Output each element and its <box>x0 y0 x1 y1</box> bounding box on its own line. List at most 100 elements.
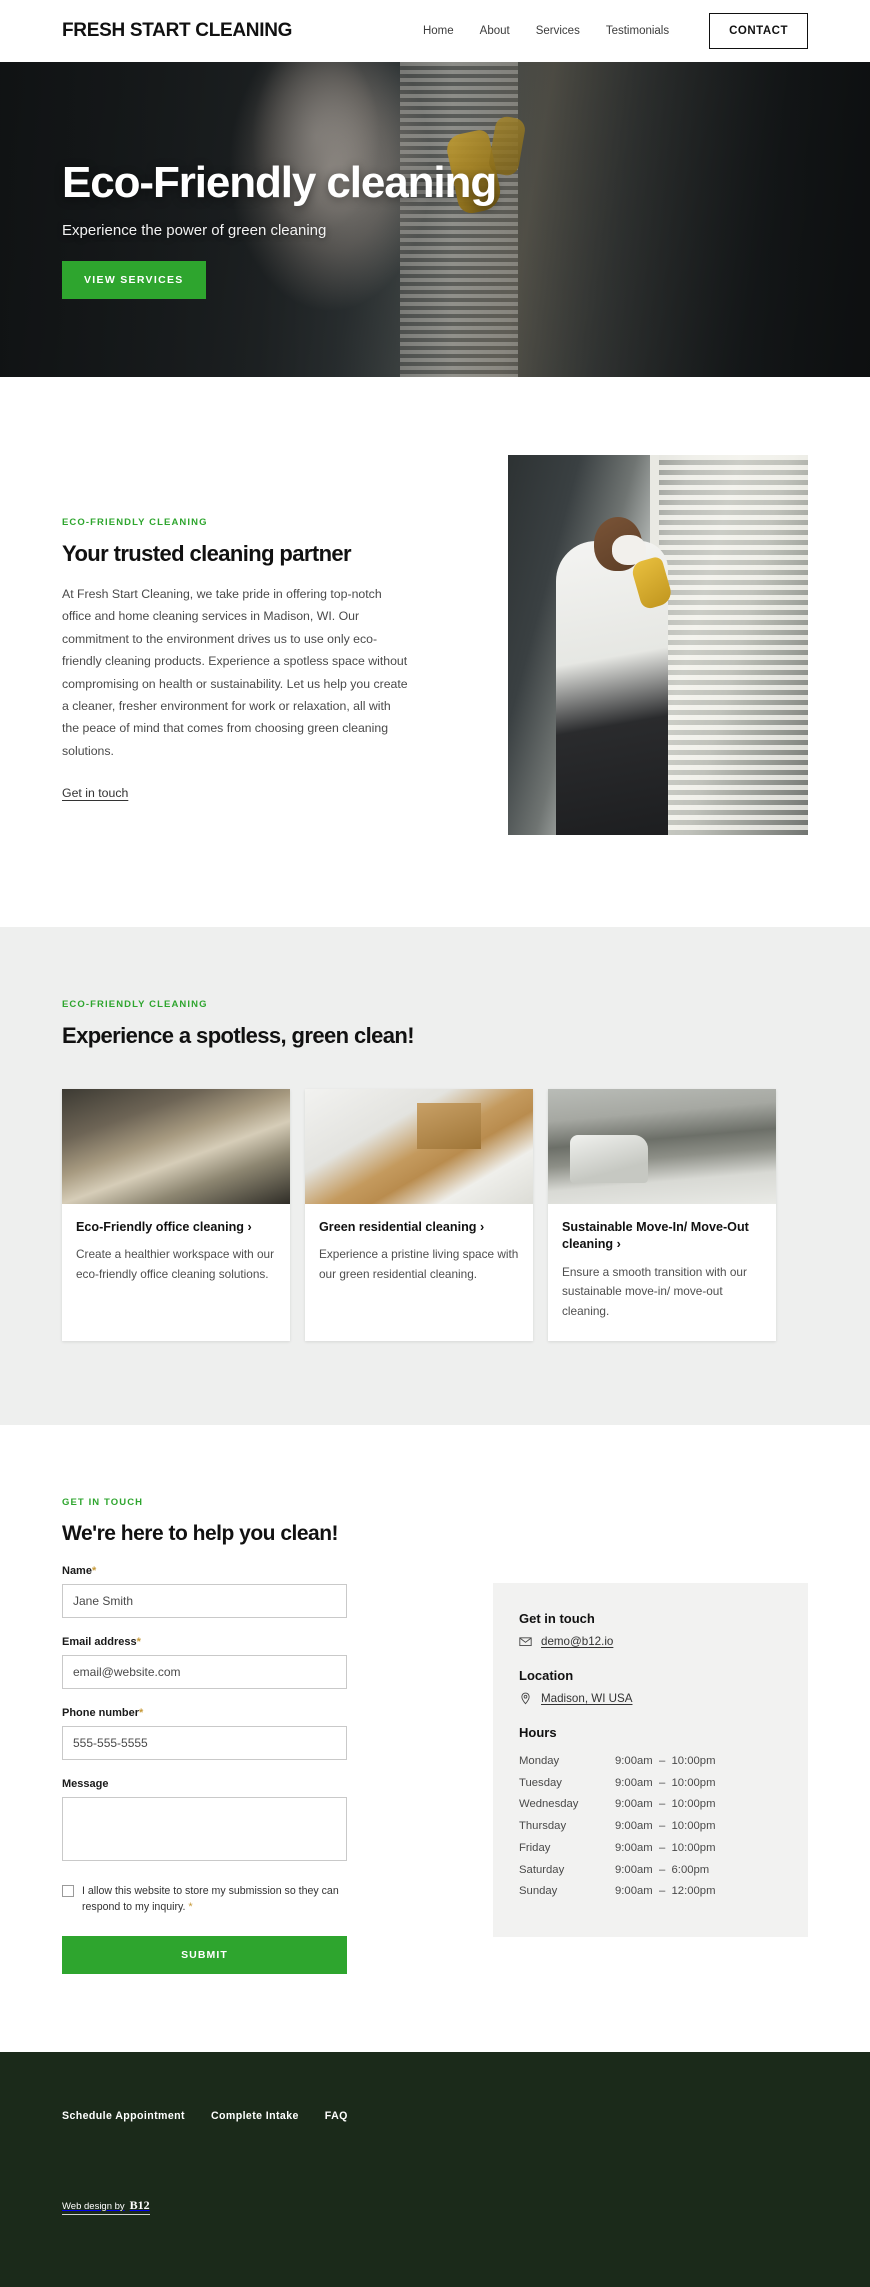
hours-day: Monday <box>519 1755 560 1768</box>
service-card-text: Ensure a smooth transition with our sust… <box>562 1264 747 1318</box>
info-email-row: demo@b12.io <box>519 1635 782 1648</box>
location-link[interactable]: Madison, WI USA <box>541 1692 633 1705</box>
about-image <box>508 455 808 835</box>
email-label: Email address* <box>62 1636 347 1648</box>
service-card-residential[interactable]: Green residential cleaning › Experience … <box>305 1089 533 1342</box>
about-section: ECO-FRIENDLY CLEANING Your trusted clean… <box>0 377 870 927</box>
site-header: FRESH START CLEANING Home About Services… <box>0 0 870 62</box>
view-services-button[interactable]: VIEW SERVICES <box>62 261 206 299</box>
contact-title: We're here to help you clean! <box>62 1522 339 1546</box>
b12-logo: B12 <box>129 2197 150 2212</box>
service-card-title[interactable]: Eco-Friendly office cleaning › <box>76 1219 276 1236</box>
nav-item-services[interactable]: Services <box>536 25 580 37</box>
hours-time: 9:00am – 10:00pm <box>615 1820 716 1833</box>
nav-item-testimonials[interactable]: Testimonials <box>606 25 669 37</box>
email-input[interactable] <box>62 1655 347 1690</box>
hours-day: Thursday <box>519 1820 567 1833</box>
hours-row: Saturday 9:00am – 6:00pm <box>519 1860 782 1882</box>
hours-day: Tuesday <box>519 1776 562 1789</box>
phone-label-text: Phone number <box>62 1707 140 1720</box>
service-card-title[interactable]: Green residential cleaning › <box>319 1219 519 1236</box>
hours-day: Saturday <box>519 1863 565 1876</box>
hours-time: 9:00am – 6:00pm <box>615 1863 710 1876</box>
field-phone: Phone number* <box>62 1707 347 1761</box>
about-image-window <box>658 455 808 835</box>
services-title: Experience a spotless, green clean! <box>62 1023 415 1048</box>
email-link[interactable]: demo@b12.io <box>541 1635 613 1648</box>
submit-button[interactable]: SUBMIT <box>62 1935 347 1974</box>
hero-subtitle: Experience the power of green cleaning <box>62 222 327 239</box>
web-design-credit[interactable]: Web design by B12 <box>62 2198 150 2215</box>
info-location-row: Madison, WI USA <box>519 1692 782 1705</box>
main-nav: Home About Services Testimonials CONTACT <box>423 13 808 49</box>
services-eyebrow: ECO-FRIENDLY CLEANING <box>62 999 208 1010</box>
service-card-body: Eco-Friendly office cleaning › Create a … <box>62 1204 290 1304</box>
hero-content: Eco-Friendly cleaning Experience the pow… <box>62 157 497 299</box>
consent-checkbox[interactable] <box>62 1885 74 1898</box>
hours-row: Monday 9:00am – 10:00pm <box>519 1751 782 1773</box>
hours-row: Tuesday 9:00am – 10:00pm <box>519 1773 782 1795</box>
consent-label-text: I allow this website to store my submiss… <box>82 1885 339 1913</box>
service-card-body: Green residential cleaning › Experience … <box>305 1204 533 1304</box>
credit-text: Web design by <box>62 2200 125 2212</box>
phone-label: Phone number* <box>62 1707 347 1719</box>
hours-time: 9:00am – 10:00pm <box>615 1798 716 1811</box>
about-body-text: At Fresh Start Cleaning, we take pride i… <box>62 587 408 758</box>
message-textarea[interactable] <box>62 1797 347 1862</box>
name-label: Name* <box>62 1565 347 1577</box>
nav-item-home[interactable]: Home <box>423 25 454 37</box>
contact-button[interactable]: CONTACT <box>709 13 808 49</box>
email-label-text: Email address <box>62 1636 137 1649</box>
required-marker: * <box>91 1565 97 1578</box>
contact-eyebrow: GET IN TOUCH <box>62 1497 144 1509</box>
required-marker: * <box>136 1636 141 1649</box>
about-title: Your trusted cleaning partner <box>62 541 352 566</box>
name-label-text: Name <box>62 1565 92 1578</box>
required-marker: * <box>139 1707 144 1720</box>
get-in-touch-link[interactable]: Get in touch <box>62 786 128 800</box>
hours-day: Sunday <box>519 1885 558 1898</box>
site-footer: Schedule Appointment Complete Intake FAQ… <box>0 2051 870 2287</box>
service-card-move-in-out[interactable]: Sustainable Move-In/ Move-Out cleaning ›… <box>548 1089 776 1342</box>
service-card-text: Create a healthier workspace with our ec… <box>76 1247 275 1281</box>
info-hours-heading: Hours <box>519 1725 557 1741</box>
footer-link-faq[interactable]: FAQ <box>325 2110 348 2122</box>
contact-section: GET IN TOUCH We're here to help you clea… <box>0 1425 870 2052</box>
service-card-body: Sustainable Move-In/ Move-Out cleaning ›… <box>548 1204 776 1341</box>
service-card-office[interactable]: Eco-Friendly office cleaning › Create a … <box>62 1089 290 1342</box>
consent-row: I allow this website to store my submiss… <box>62 1884 347 1915</box>
hours-day: Friday <box>519 1841 551 1854</box>
site-logo[interactable]: FRESH START CLEANING <box>62 20 292 42</box>
consent-label: I allow this website to store my submiss… <box>82 1884 347 1915</box>
nav-item-about[interactable]: About <box>480 25 510 37</box>
hero-title: Eco-Friendly cleaning <box>62 157 497 207</box>
hours-row: Sunday 9:00am – 12:00pm <box>519 1881 782 1903</box>
hours-time: 9:00am – 10:00pm <box>615 1841 716 1854</box>
info-get-in-touch-heading: Get in touch <box>519 1611 595 1627</box>
service-card-image <box>62 1089 290 1204</box>
footer-links: Schedule Appointment Complete Intake FAQ <box>62 2110 808 2122</box>
service-card-title[interactable]: Sustainable Move-In/ Move-Out cleaning › <box>562 1219 762 1254</box>
hours-time: 9:00am – 12:00pm <box>615 1885 716 1898</box>
about-eyebrow: ECO-FRIENDLY CLEANING <box>62 517 208 528</box>
field-name: Name* <box>62 1565 347 1619</box>
hours-row: Thursday 9:00am – 10:00pm <box>519 1816 782 1838</box>
info-location-heading: Location <box>519 1668 574 1684</box>
message-label: Message <box>62 1778 109 1791</box>
service-card-image <box>548 1089 776 1204</box>
map-pin-icon <box>521 1692 530 1705</box>
contact-info-panel: Get in touch demo@b12.io Location Madiso… <box>493 1583 808 1937</box>
hours-list: Monday 9:00am – 10:00pm Tuesday 9:00am –… <box>519 1751 782 1903</box>
info-hours-block: Hours Monday 9:00am – 10:00pm Tuesday 9:… <box>519 1725 782 1903</box>
about-text-column: ECO-FRIENDLY CLEANING Your trusted clean… <box>62 455 410 802</box>
field-email: Email address* <box>62 1636 347 1690</box>
services-card-list: Eco-Friendly office cleaning › Create a … <box>62 1089 808 1342</box>
hours-row: Wednesday 9:00am – 10:00pm <box>519 1794 782 1816</box>
required-marker: * <box>188 1900 193 1913</box>
envelope-icon <box>519 1637 532 1647</box>
footer-link-complete-intake[interactable]: Complete Intake <box>211 2110 299 2122</box>
name-input[interactable] <box>62 1584 347 1619</box>
footer-link-schedule-appointment[interactable]: Schedule Appointment <box>62 2110 185 2122</box>
phone-input[interactable] <box>62 1726 347 1761</box>
page-root: FRESH START CLEANING Home About Services… <box>0 0 870 2287</box>
